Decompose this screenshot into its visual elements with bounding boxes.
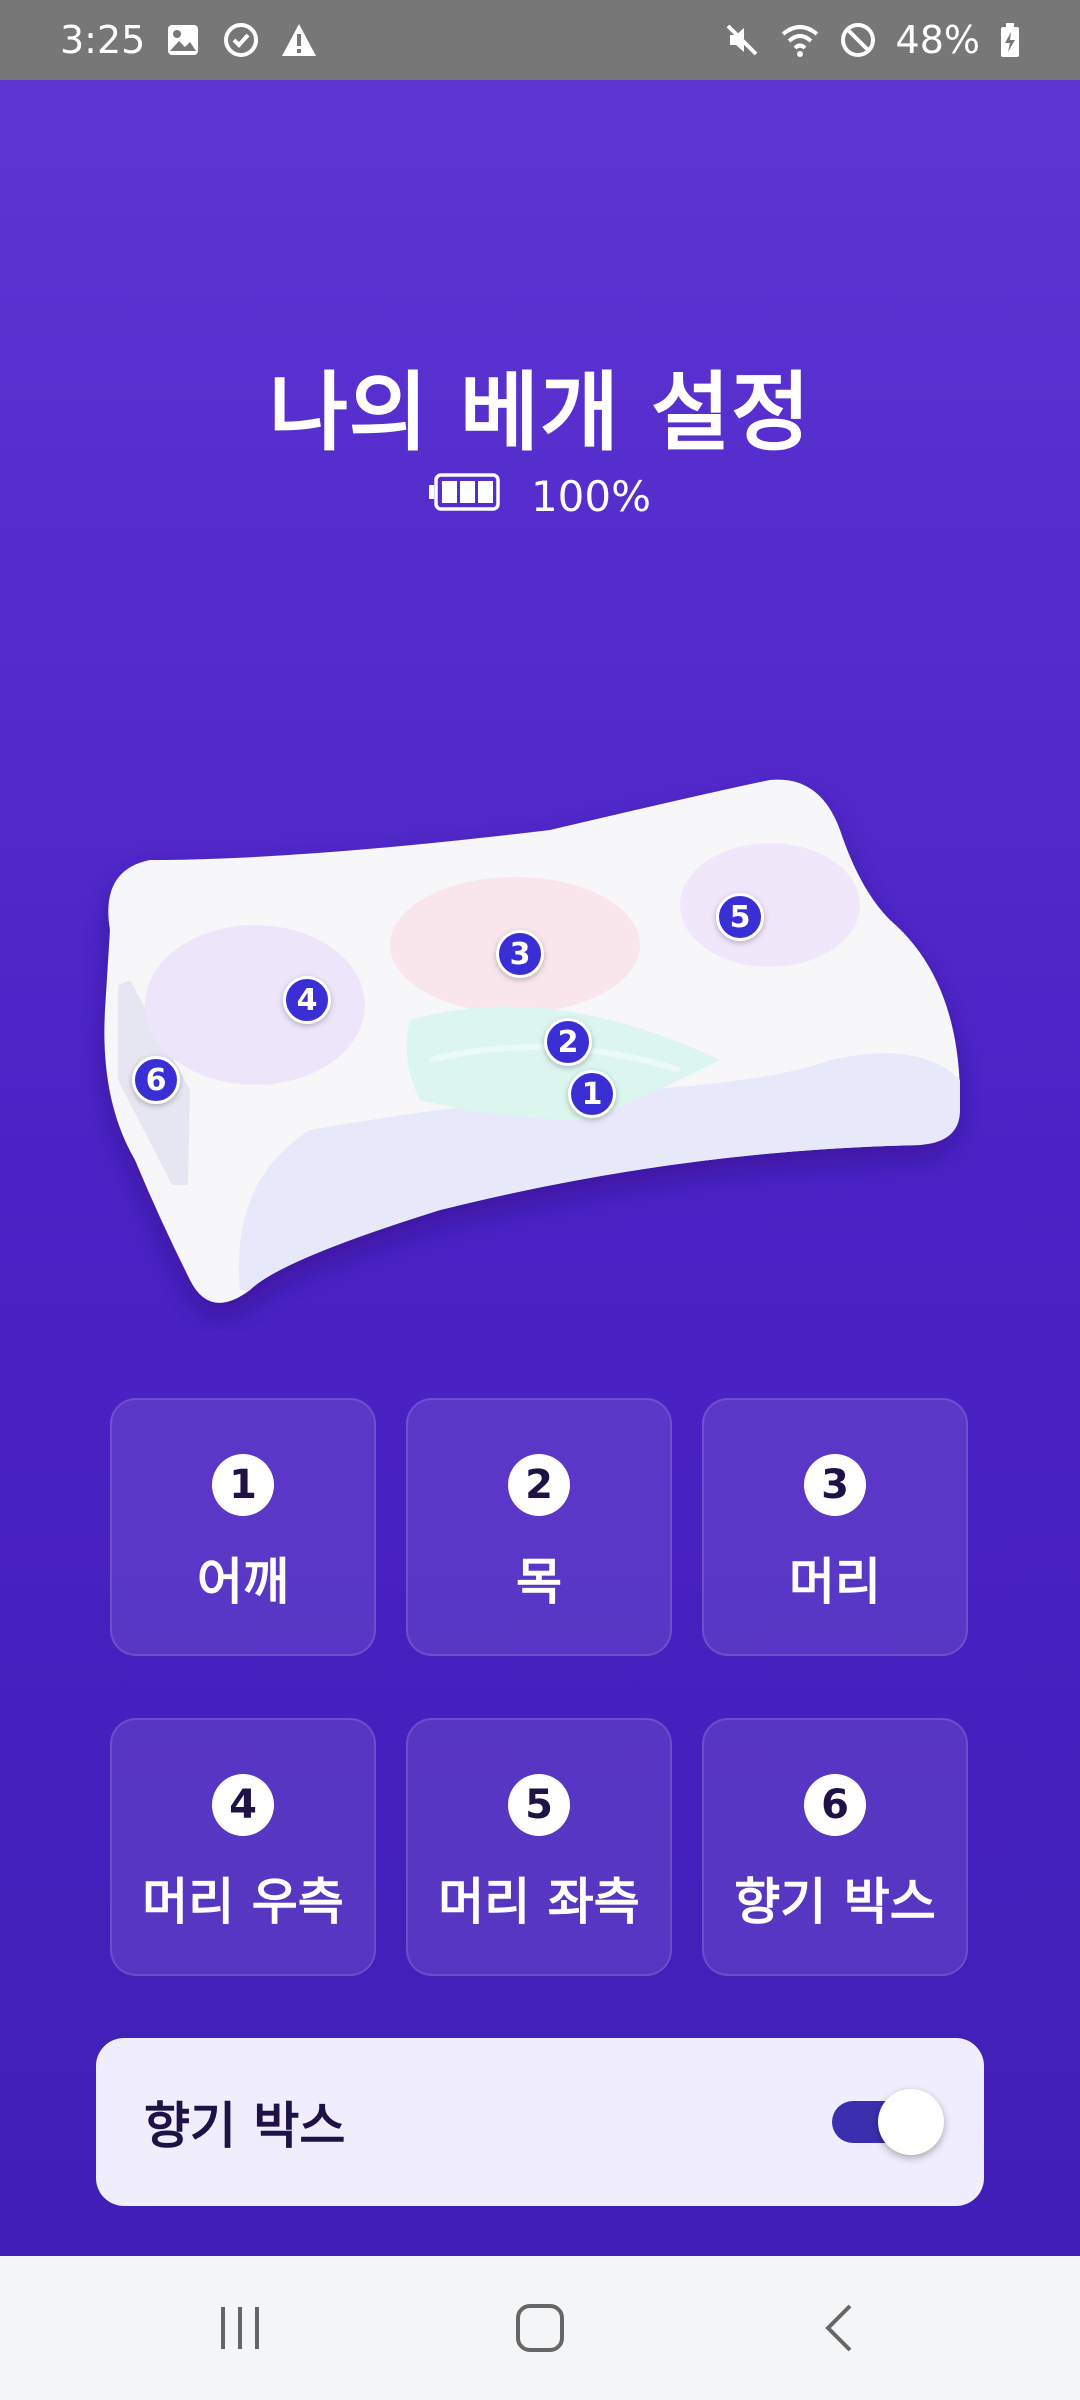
zone-number-badge: 1 [212,1454,274,1516]
home-icon [516,2304,564,2352]
system-nav-bar [0,2256,1080,2400]
scent-box-label: 향기 박스 [144,2097,346,2155]
pillow-marker-3[interactable]: 3 [496,930,544,978]
zone-label: 머리 좌측 [438,1873,640,1931]
zone-number-badge: 6 [804,1774,866,1836]
pillow-battery-status: 100% [0,472,1080,521]
zone-card-head-left[interactable]: 5 머리 좌측 [406,1718,672,1976]
zone-number-badge: 5 [508,1774,570,1836]
do-not-disturb-icon [838,20,878,60]
page-title: 나의 베개 설정 [268,363,812,463]
back-icon [825,2304,852,2352]
sync-icon [221,20,261,60]
zone-card-scent-box[interactable]: 6 향기 박스 [702,1718,968,1976]
warning-icon [279,20,319,60]
pillow-marker-4[interactable]: 4 [283,976,331,1024]
recent-apps-icon [221,2307,259,2349]
status-right: 48% [722,18,1022,62]
battery-full-icon [428,472,501,521]
battery-percent: 100% [530,472,652,521]
zone-label: 목 [516,1553,562,1611]
scent-box-toggle-row: 향기 박스 [96,2038,984,2206]
pillow-marker-6[interactable]: 6 [132,1056,180,1104]
zone-label: 머리 우측 [142,1873,344,1931]
home-button[interactable] [480,2278,600,2378]
zone-label: 향기 박스 [734,1873,936,1931]
zone-number-badge: 4 [212,1774,274,1836]
zone-card-shoulder[interactable]: 1 어깨 [110,1398,376,1656]
zone-card-head[interactable]: 3 머리 [702,1398,968,1656]
status-bar: 3:25 48% [0,0,1080,80]
zone-number-badge: 2 [508,1454,570,1516]
pillow-marker-1[interactable]: 1 [568,1070,616,1118]
zone-label: 머리 [789,1553,881,1611]
recent-apps-button[interactable] [180,2278,300,2378]
status-left: 3:25 [60,18,319,62]
back-button[interactable] [780,2278,900,2378]
status-battery-text: 48% [895,18,980,62]
zone-number-badge: 3 [804,1454,866,1516]
zone-card-neck[interactable]: 2 목 [406,1398,672,1656]
toggle-knob [878,2089,944,2155]
scent-box-toggle[interactable] [832,2089,944,2155]
zone-card-head-right[interactable]: 4 머리 우측 [110,1718,376,1976]
gallery-icon [163,20,203,60]
battery-charging-icon [998,20,1022,60]
mute-icon [722,20,762,60]
pillow-illustration: 1 2 3 4 5 6 [80,680,980,1330]
status-time: 3:25 [60,18,146,62]
pillow-marker-2[interactable]: 2 [544,1018,592,1066]
zone-label: 어깨 [197,1553,289,1611]
pillow-settings-screen: 나의 베개 설정 100% 1 2 3 4 5 6 1 어깨 2 목 3 머리 … [0,80,1080,2256]
pillow-marker-5[interactable]: 5 [716,893,764,941]
pillow-image [104,779,960,1303]
wifi-icon [780,20,820,60]
